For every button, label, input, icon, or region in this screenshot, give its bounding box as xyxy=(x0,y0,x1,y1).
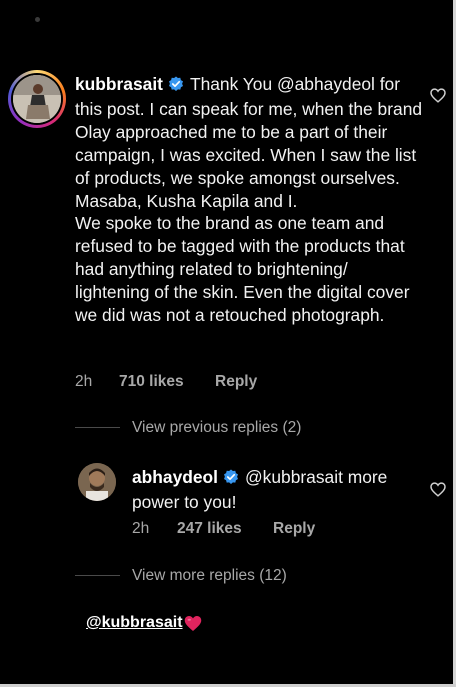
heart-outline-icon[interactable] xyxy=(430,88,446,103)
verified-badge-icon xyxy=(223,468,239,491)
comment-time: 2h xyxy=(75,373,93,390)
comment-likes[interactable]: 710 likes xyxy=(119,373,184,391)
avatar-kubbrasait[interactable] xyxy=(13,75,61,123)
reply-time: 2h xyxy=(132,520,150,537)
reply-reply-button[interactable]: Reply xyxy=(273,520,315,538)
thread-line xyxy=(75,575,120,576)
comment-body: kubbrasait Thank You @abhaydeol for this … xyxy=(75,73,423,327)
caption-mention[interactable]: @kubbrasait xyxy=(86,614,183,632)
comment-username[interactable]: kubbrasait xyxy=(75,74,163,94)
avatar-abhaydeol-image xyxy=(78,463,116,501)
avatar-abhaydeol[interactable] xyxy=(78,463,116,501)
thread-line xyxy=(75,427,120,428)
red-heart-emoji xyxy=(184,616,202,631)
view-more-replies-link[interactable]: View more replies (12) xyxy=(132,567,287,585)
reply-username[interactable]: abhaydeol xyxy=(132,467,218,487)
reply-body: abhaydeol @kubbrasait more power to you! xyxy=(132,466,422,514)
verified-badge-icon xyxy=(168,75,184,98)
decorative-dot xyxy=(35,17,40,22)
comment-text: Thank You @abhaydeol for this post. I ca… xyxy=(75,74,423,326)
reply-likes[interactable]: 247 likes xyxy=(177,520,242,538)
view-previous-replies-link[interactable]: View previous replies (2) xyxy=(132,419,301,437)
avatar-kubbrasait-image xyxy=(13,75,61,123)
comment-reply-button[interactable]: Reply xyxy=(215,373,257,391)
heart-outline-icon[interactable] xyxy=(430,482,446,497)
